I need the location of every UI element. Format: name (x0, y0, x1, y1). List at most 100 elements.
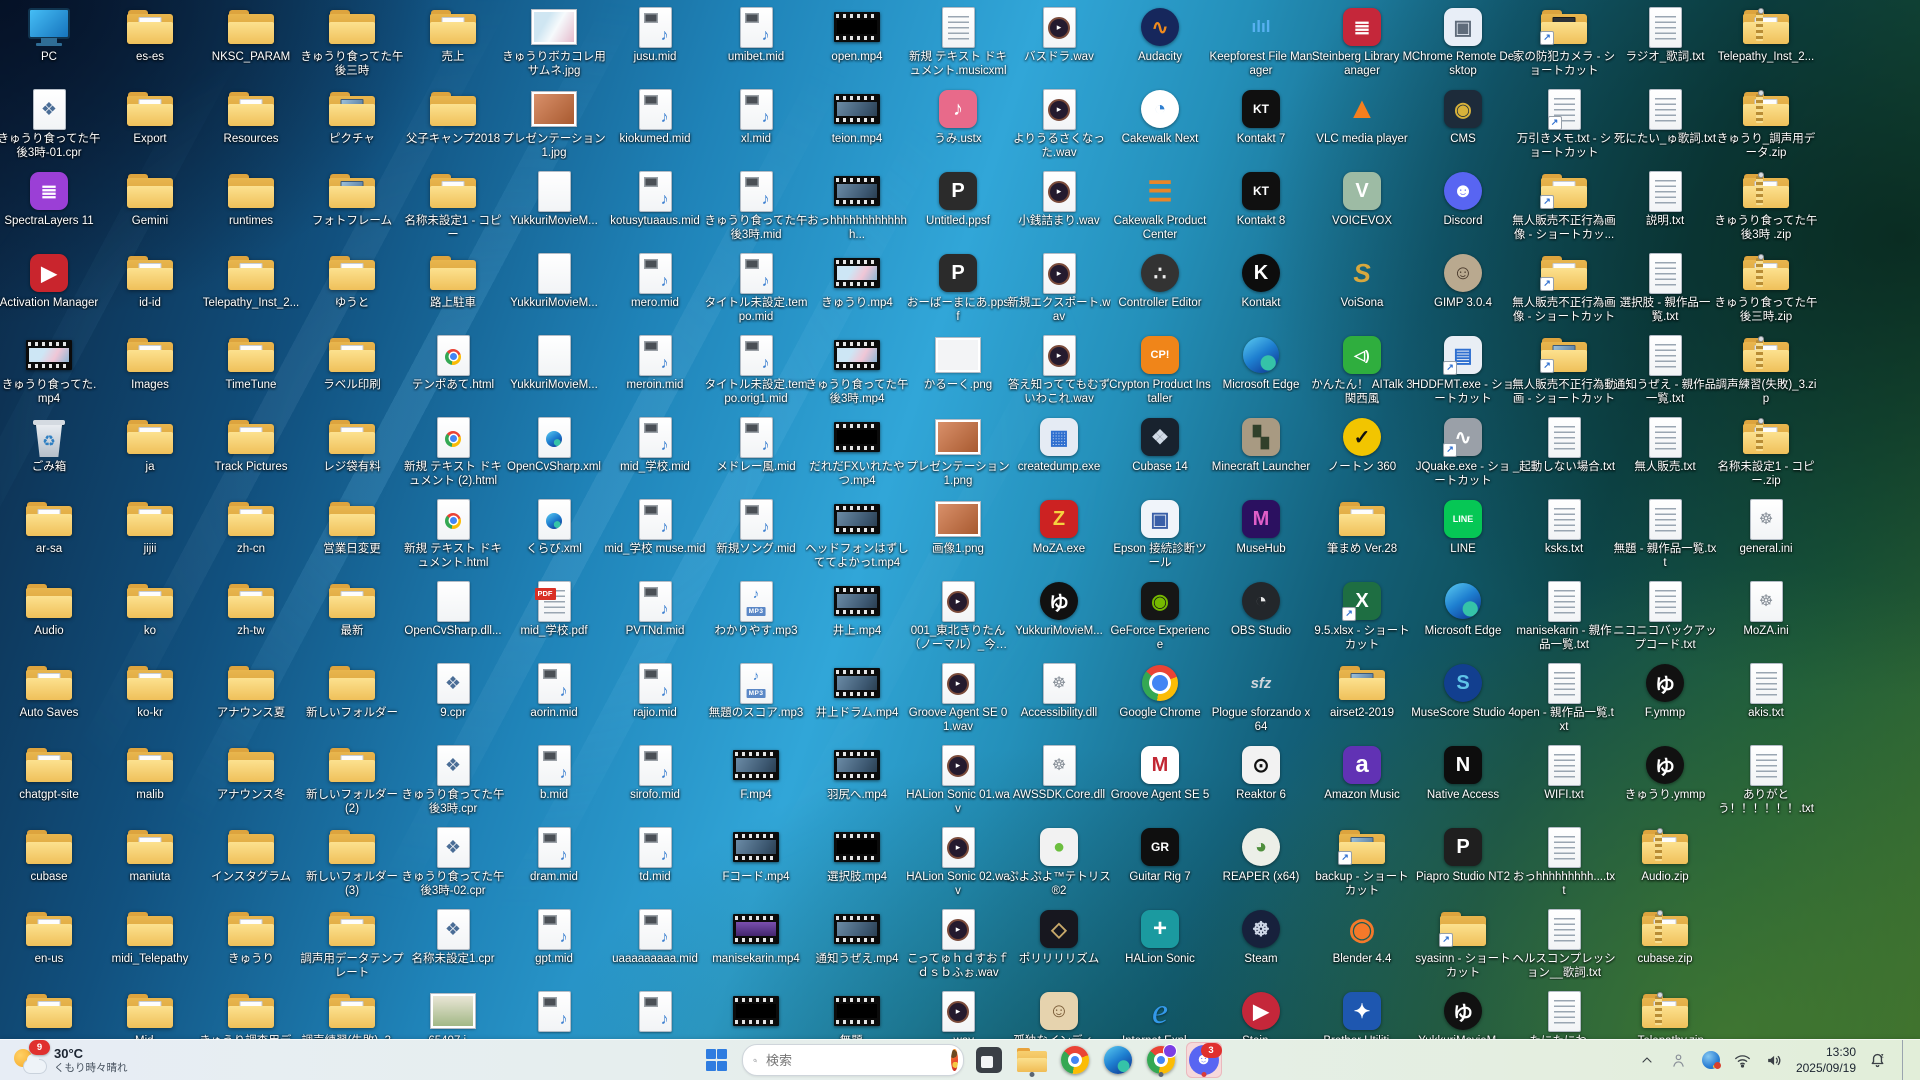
desktop-icon[interactable]: ニコニコバックアップコード.txt (1613, 580, 1717, 652)
desktop-icon[interactable]: cubase (0, 826, 101, 884)
desktop-icon[interactable]: ☺GIMP 3.0.4 (1411, 252, 1515, 310)
desktop-icon[interactable]: maniuta (98, 826, 202, 884)
desktop-icon[interactable]: GRGuitar Rig 7 (1108, 826, 1212, 884)
search-highlight-parrot-icon[interactable] (951, 1049, 958, 1071)
desktop-icon[interactable]: ◉CMS (1411, 88, 1515, 146)
desktop-icon[interactable]: manisekarin.mp4 (704, 908, 808, 966)
desktop-icon[interactable]: ☸general.ini (1714, 498, 1818, 556)
desktop-icon[interactable]: ♪uaaaaaaaaa.mid (603, 908, 707, 966)
desktop-icon[interactable]: ▣Epson 接続診断ツール (1108, 498, 1212, 570)
desktop-icon[interactable]: MMuseHub (1209, 498, 1313, 556)
search-box[interactable] (742, 1044, 964, 1076)
tray-chevron-up-icon[interactable] (1636, 1047, 1658, 1073)
discord-button[interactable]: ☻ 3 (1186, 1042, 1222, 1078)
desktop-icon[interactable]: id-id (98, 252, 202, 310)
desktop-icon[interactable]: ❖きゅうり食ってた午後3時-01.cpr (0, 88, 101, 160)
desktop-icon[interactable]: ☰Cakewalk Product Center (1108, 170, 1212, 242)
chrome-profile-button[interactable] (1143, 1042, 1179, 1078)
desktop-icon[interactable]: 路上駐車 (401, 252, 505, 310)
desktop-icon[interactable]: 羽尻へ.mp4 (805, 744, 909, 802)
desktop-icon[interactable]: ✓ノートン 360 (1310, 416, 1414, 474)
desktop-icon[interactable]: 選択肢.mp4 (805, 826, 909, 884)
desktop-icon[interactable]: YukkuriMovieM... (502, 334, 606, 392)
desktop-icon[interactable]: ▸バスドラ.wav (1007, 6, 1111, 64)
desktop-icon[interactable]: TimeTune (199, 334, 303, 392)
desktop-icon[interactable]: ∿Audacity (1108, 6, 1212, 64)
desktop-icon[interactable]: OpenCvSharp.dll... (401, 580, 505, 638)
desktop-icon[interactable]: きゅうり (199, 908, 303, 966)
desktop-icon[interactable]: ❖きゅうり食ってた午後3時-02.cpr (401, 826, 505, 898)
desktop-icon[interactable]: jijii (98, 498, 202, 556)
desktop-icon[interactable]: ▶Activation Manager (0, 252, 101, 310)
desktop-icon[interactable]: 新しいフォルダー (3) (300, 826, 404, 898)
tray-app-sphere-icon[interactable] (1700, 1047, 1722, 1073)
desktop-icon[interactable]: 通知うぜえ - 親作品一覧.txt (1613, 334, 1717, 406)
desktop-icon[interactable]: ↗無人販売不正行為画像 - ショートカット (1512, 252, 1616, 324)
desktop-icon[interactable]: manisekarin - 親作品一覧.txt (1512, 580, 1616, 652)
desktop-icon[interactable]: 父子キャンプ2018 (401, 88, 505, 146)
desktop-icon[interactable]: レジ袋有料 (300, 416, 404, 474)
desktop-icon[interactable]: ☻Discord (1411, 170, 1515, 228)
desktop-icon[interactable]: CP!Crypton Product Installer (1108, 334, 1212, 406)
desktop-icon[interactable]: かるーく.png (906, 334, 1010, 392)
desktop-icon[interactable]: ♪タイトル未設定.tempo.orig1.mid (704, 334, 808, 406)
desktop-icon[interactable]: ☸Steam (1209, 908, 1313, 966)
desktop-icon[interactable]: 選択肢 - 親作品一覧.txt (1613, 252, 1717, 324)
desktop-icon[interactable]: ♪mid_学校 muse.mid (603, 498, 707, 556)
desktop-icon[interactable]: ↗無人販売不正行為動画 - ショートカット (1512, 334, 1616, 406)
desktop-icon[interactable]: zh-tw (199, 580, 303, 638)
desktop-icon[interactable]: Track Pictures (199, 416, 303, 474)
desktop-icon[interactable]: Microsoft Edge (1209, 334, 1313, 392)
desktop-icon[interactable]: ♪ (603, 990, 707, 1034)
desktop-icon[interactable]: 最新 (300, 580, 404, 638)
desktop-icon[interactable]: ♪sirofo.mid (603, 744, 707, 802)
desktop-icon[interactable]: NKSC_PARAM (199, 6, 303, 64)
desktop-icon[interactable]: ja (98, 416, 202, 474)
desktop-icon[interactable]: zh-cn (199, 498, 303, 556)
edge-button[interactable] (1100, 1042, 1136, 1078)
desktop-icon[interactable]: ♪ (502, 990, 606, 1034)
desktop-icon[interactable]: ▸小銭詰まり.wav (1007, 170, 1111, 228)
desktop-icon[interactable] (0, 990, 101, 1034)
desktop-icon[interactable]: ≣SpectraLayers 11 (0, 170, 101, 228)
desktop-icon[interactable]: ◁)かんたん！ AITalk 3 関西風 (1310, 334, 1414, 406)
desktop-icon[interactable]: Pおーばーまにあ.ppsf (906, 252, 1010, 324)
desktop-icon[interactable]: OpenCvSharp.xml (502, 416, 606, 474)
desktop-icon[interactable]: ありがとう！！！！！！.txt (1714, 744, 1818, 816)
desktop-icon[interactable]: ◔Cakewalk Next (1108, 88, 1212, 146)
desktop-icon[interactable]: ヘルスコンプレッション__歌詞.txt (1512, 908, 1616, 980)
desktop-icon[interactable]: 通知うぜえ.mp4 (805, 908, 909, 966)
desktop-icon[interactable]: X↗9.5.xlsx - ショートカット (1310, 580, 1414, 652)
desktop-icon[interactable]: ko (98, 580, 202, 638)
desktop-icon[interactable]: KKontakt (1209, 252, 1313, 310)
desktop-icon[interactable]: ♪jusu.mid (603, 6, 707, 64)
desktop-icon[interactable]: ♪mid_学校.mid (603, 416, 707, 474)
notification-bell-snooze-icon[interactable]: z (1866, 1047, 1888, 1073)
desktop-icon[interactable]: midi_Telepathy (98, 908, 202, 966)
desktop-icon[interactable]: 調声練習(失敗)_3.zip (1714, 334, 1818, 406)
desktop-icon[interactable]: open - 親作品一覧.txt (1512, 662, 1616, 734)
desktop-icon[interactable]: ▸HALion Sonic 01.wav (906, 744, 1010, 816)
desktop-icon[interactable]: きゅうり_調声用データ.zip (1714, 88, 1818, 160)
desktop-icon[interactable]: teion.mp4 (805, 88, 909, 146)
desktop-icon[interactable]: Microsoft Edge (1411, 580, 1515, 638)
desktop-icon[interactable]: chatgpt-site (0, 744, 101, 802)
desktop-icon[interactable]: アナウンス夏 (199, 662, 303, 720)
desktop-icon[interactable]: LINELINE (1411, 498, 1515, 556)
desktop-icon[interactable]: ♪rajio.mid (603, 662, 707, 720)
desktop-icon[interactable]: ▸こってゅｈｄすおｆ ｄｓｂふぉ.wav (906, 908, 1010, 980)
desktop-icon[interactable]: ラジオ_歌詞.txt (1613, 6, 1717, 64)
desktop-icon[interactable]: 営業日変更 (300, 498, 404, 556)
desktop-icon[interactable]: 説明.txt (1613, 170, 1717, 228)
desktop-icon[interactable]: aAmazon Music (1310, 744, 1414, 802)
desktop-icon[interactable]: ❖Cubase 14 (1108, 416, 1212, 474)
desktop-icon[interactable]: akis.txt (1714, 662, 1818, 720)
desktop-icon[interactable]: SMuseScore Studio 4 (1411, 662, 1515, 720)
desktop-icon[interactable]: ▸答え知っててもむずいわこれ.wav (1007, 334, 1111, 406)
desktop-icon[interactable]: ♪dram.mid (502, 826, 606, 884)
desktop-icon[interactable]: ♪gpt.mid (502, 908, 606, 966)
desktop-icon[interactable]: おっhhhhhhhhh....txt (1512, 826, 1616, 898)
desktop-icon[interactable]: es-es (98, 6, 202, 64)
chrome-button[interactable] (1057, 1042, 1093, 1078)
desktop-icon[interactable]: 無題 - 親作品一覧.txt (1613, 498, 1717, 570)
